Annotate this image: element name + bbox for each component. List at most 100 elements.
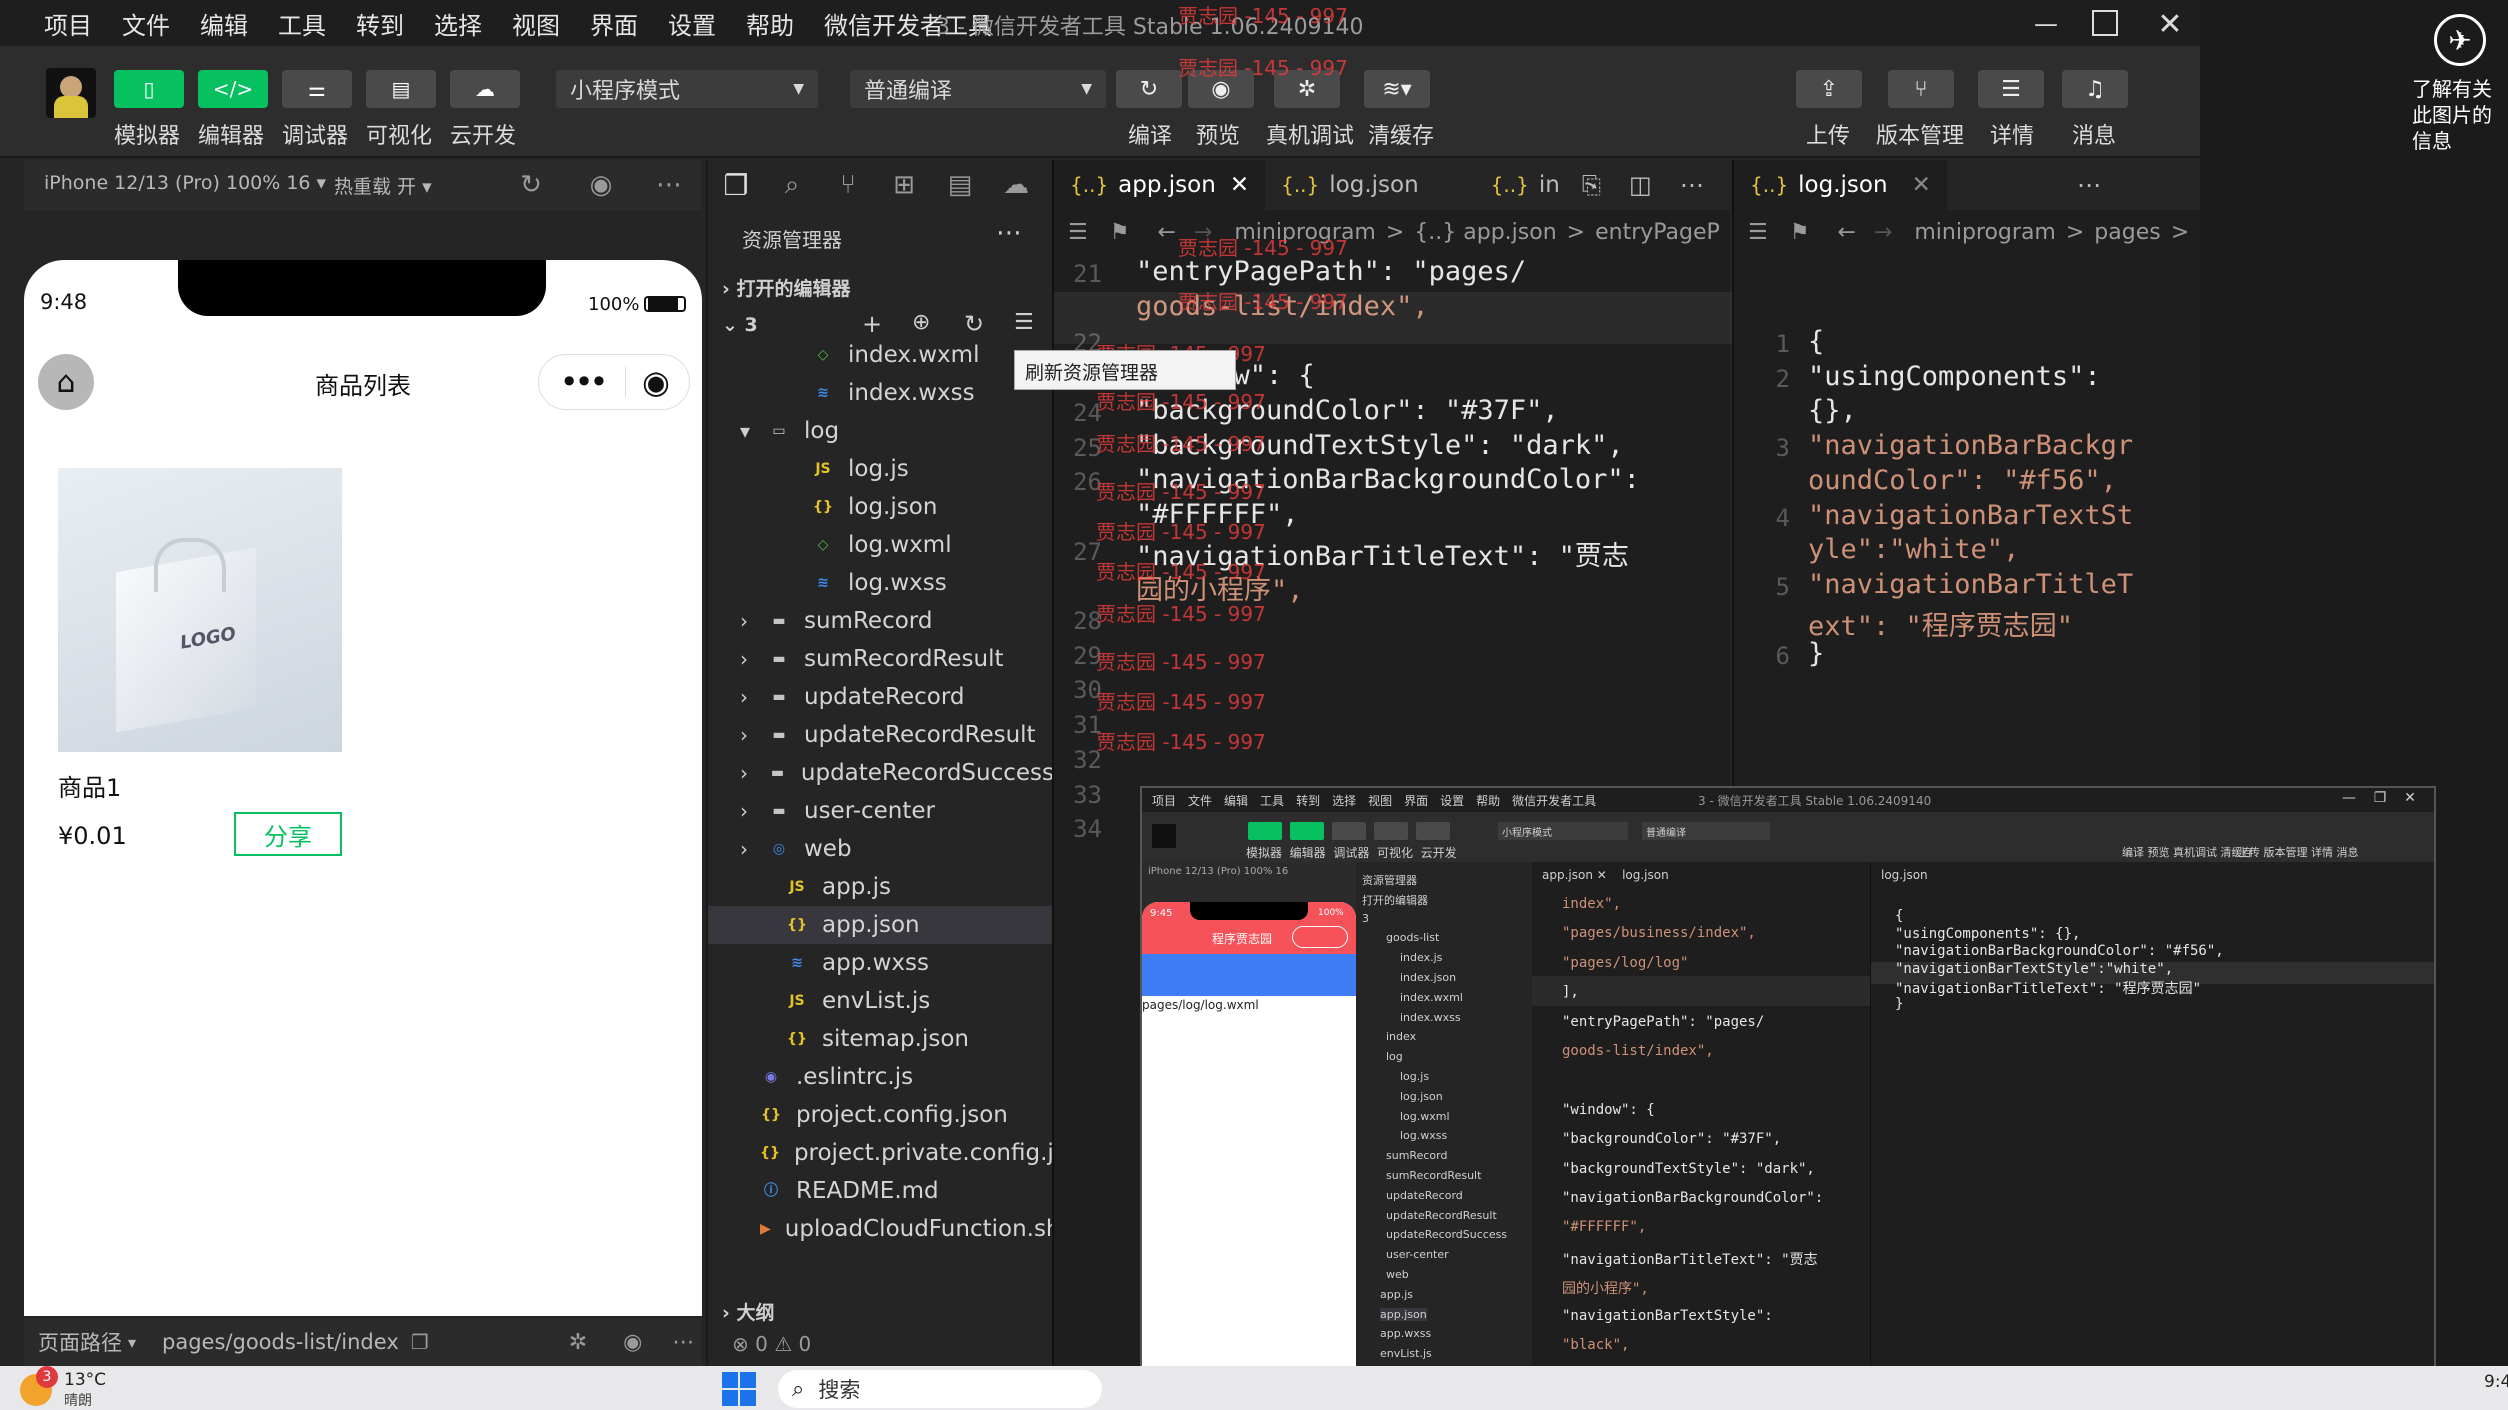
product-image[interactable]: LOGO bbox=[58, 468, 342, 752]
open-editors-section[interactable]: › 打开的编辑器 bbox=[722, 274, 850, 301]
avatar[interactable] bbox=[46, 68, 96, 118]
file-tree-item[interactable]: {} app.json bbox=[708, 906, 1054, 944]
copy-icon[interactable]: ❐ bbox=[411, 1330, 429, 1354]
split-icon[interactable]: ◫ bbox=[1629, 171, 1652, 199]
collapse-icon[interactable]: ☰ bbox=[1014, 310, 1034, 335]
details-button[interactable]: ☰ bbox=[1978, 70, 2044, 108]
tab-index[interactable]: {..} in bbox=[1475, 160, 1576, 210]
more-icon[interactable]: ⋯ bbox=[996, 218, 1022, 248]
menu-item-3[interactable]: 工具 bbox=[278, 6, 326, 41]
tab-log-json[interactable]: {..} log.json bbox=[1265, 160, 1435, 210]
file-tree-item[interactable]: › ▬ sumRecord bbox=[708, 602, 1054, 640]
menu-item-5[interactable]: 选择 bbox=[434, 6, 482, 41]
menu-item-4[interactable]: 转到 bbox=[356, 6, 404, 41]
windows-start-icon[interactable] bbox=[722, 1372, 756, 1406]
file-tree-item[interactable]: {} project.private.config.js... bbox=[708, 1134, 1088, 1172]
menu-item-0[interactable]: 项目 bbox=[44, 6, 92, 41]
breadcrumb-segment[interactable]: miniprogram bbox=[1234, 220, 1376, 245]
camera-info-icon[interactable]: ✈ bbox=[2434, 14, 2486, 66]
file-tree-item[interactable]: ▶ uploadCloudFunction.sh bbox=[708, 1210, 1061, 1248]
compile-select[interactable]: 普通编译 ▼ bbox=[850, 70, 1106, 108]
share-button[interactable]: 分享 bbox=[234, 812, 342, 856]
eye-icon[interactable]: ◉ bbox=[623, 1330, 642, 1355]
new-file-icon[interactable]: + bbox=[862, 310, 882, 338]
taskbar-search[interactable]: ⌕ 搜索 bbox=[778, 1370, 1102, 1408]
file-tree-item[interactable]: JS log.js bbox=[708, 450, 1054, 488]
hotreload-select[interactable]: 热重载 开 ▾ bbox=[334, 172, 432, 199]
messages-button[interactable]: ♫ bbox=[2062, 70, 2128, 108]
new-folder-icon[interactable]: ⊕ bbox=[912, 310, 930, 335]
git-icon[interactable]: ⑂ bbox=[820, 170, 876, 200]
menu-item-9[interactable]: 帮助 bbox=[746, 6, 794, 41]
breadcrumb-segment[interactable]: {..} app.json bbox=[1414, 220, 1556, 245]
file-tree-item[interactable]: ⓘ README.md bbox=[708, 1172, 1054, 1210]
page-path-label[interactable]: 页面路径 bbox=[38, 1327, 122, 1357]
extensions-icon[interactable]: ⊞ bbox=[876, 170, 932, 200]
forward-icon[interactable]: → bbox=[1874, 220, 1892, 245]
file-tree-item[interactable]: JS envList.js bbox=[708, 982, 1054, 1020]
clear-cache-button[interactable]: ≋▾ bbox=[1364, 70, 1430, 108]
list-icon[interactable]: ☰ bbox=[1068, 220, 1088, 245]
close-icon[interactable]: ✕ bbox=[1912, 172, 1931, 198]
more-icon[interactable]: ⋯ bbox=[652, 168, 686, 202]
file-tree-item[interactable]: › ▬ updateRecord bbox=[708, 678, 1054, 716]
device-select[interactable]: iPhone 12/13 (Pro) 100% 16 ▾ bbox=[44, 172, 326, 194]
menu-item-2[interactable]: 编辑 bbox=[200, 6, 248, 41]
more-icon[interactable]: ⋯ bbox=[1680, 171, 1704, 199]
simulator-button[interactable]: ▯ bbox=[114, 70, 184, 108]
more-icon[interactable]: ⋯ bbox=[2077, 171, 2101, 199]
back-icon[interactable]: ← bbox=[1157, 220, 1175, 245]
more-icon[interactable]: ⋯ bbox=[672, 1330, 694, 1355]
mode-select[interactable]: 小程序模式 ▼ bbox=[556, 70, 818, 108]
breadcrumb-segment[interactable]: > bbox=[1567, 220, 1585, 245]
compile-button[interactable]: ↻ bbox=[1116, 70, 1182, 108]
bookmark-icon[interactable]: ⚑ bbox=[1110, 220, 1130, 245]
preview-button[interactable]: ◉ bbox=[1188, 70, 1254, 108]
files-icon[interactable]: ❐ bbox=[708, 169, 764, 202]
storage-icon[interactable]: ▤ bbox=[932, 170, 988, 200]
file-tree-item[interactable]: ◇ index.wxml bbox=[708, 336, 1054, 374]
project-section[interactable]: ⌄ 3 bbox=[722, 314, 758, 336]
debugger-button[interactable]: ⚌ bbox=[282, 70, 352, 108]
file-tree-item[interactable]: ≋ log.wxss bbox=[708, 564, 1054, 602]
editor-button[interactable]: </> bbox=[198, 70, 268, 108]
search-icon[interactable]: ⌕ bbox=[764, 170, 820, 201]
file-tree-item[interactable]: ≋ index.wxss bbox=[708, 374, 1054, 412]
version-button[interactable]: ⑂ bbox=[1888, 70, 1954, 108]
file-tree-item[interactable]: {} sitemap.json bbox=[708, 1020, 1054, 1058]
breadcrumb-segment[interactable]: > bbox=[2171, 220, 2189, 245]
remote-debug-button[interactable]: ✲ bbox=[1274, 70, 1340, 108]
tab-app-json[interactable]: {..} app.json ✕ bbox=[1054, 160, 1266, 210]
refresh-icon[interactable]: ↻ bbox=[964, 310, 984, 338]
tab-log-json-2[interactable]: {..} log.json ✕ bbox=[1734, 160, 1947, 210]
docker-icon[interactable]: ☁ bbox=[988, 170, 1044, 200]
menu-item-8[interactable]: 设置 bbox=[668, 6, 716, 41]
breadcrumb-segment[interactable]: pages bbox=[2094, 220, 2160, 245]
close-icon[interactable]: ✕ bbox=[1230, 172, 1249, 198]
minimize-icon[interactable]: — bbox=[2026, 4, 2066, 44]
file-tree-item[interactable]: › ▬ sumRecordResult bbox=[708, 640, 1054, 678]
list-icon[interactable]: ☰ bbox=[1748, 220, 1768, 245]
outline-section[interactable]: › 大纲 bbox=[722, 1298, 774, 1325]
rotate-icon[interactable]: ↻ bbox=[514, 168, 548, 202]
close-icon[interactable]: ✕ bbox=[2150, 4, 2190, 44]
file-tree-item[interactable]: ▾ ▭ log bbox=[708, 412, 1054, 450]
file-tree-item[interactable]: › ▬ user-center bbox=[708, 792, 1054, 830]
breadcrumb-segment[interactable]: > bbox=[1386, 220, 1404, 245]
breadcrumb-segment[interactable]: > bbox=[2066, 220, 2084, 245]
back-icon[interactable]: ← bbox=[1837, 220, 1855, 245]
image-info-notice[interactable]: 了解有关此图片的信息 bbox=[2412, 76, 2508, 154]
bookmark-icon[interactable]: ⚑ bbox=[1790, 220, 1810, 245]
upload-button[interactable]: ⇪ bbox=[1796, 70, 1862, 108]
file-tree-item[interactable]: › ▬ updateRecordSuccess bbox=[708, 754, 1054, 792]
breadcrumb-segment[interactable]: miniprogram bbox=[1914, 220, 2056, 245]
stop-icon[interactable]: ◉ bbox=[584, 168, 618, 202]
menu-item-1[interactable]: 文件 bbox=[122, 6, 170, 41]
bug-icon[interactable]: ✲ bbox=[569, 1330, 587, 1355]
maximize-icon[interactable] bbox=[2092, 10, 2118, 36]
file-tree-item[interactable]: › ▬ updateRecordResult bbox=[708, 716, 1054, 754]
visual-button[interactable]: ▤ bbox=[366, 70, 436, 108]
capsule-menu[interactable]: ••• ◉ bbox=[538, 354, 690, 410]
pasted-screenshot[interactable]: 项目 文件 编辑 工具 转到 选择 视图 界面 设置 帮助 微信开发者工具 3 - 微信开发者工具 … bbox=[1140, 786, 2436, 1410]
forward-icon[interactable]: → bbox=[1194, 220, 1212, 245]
